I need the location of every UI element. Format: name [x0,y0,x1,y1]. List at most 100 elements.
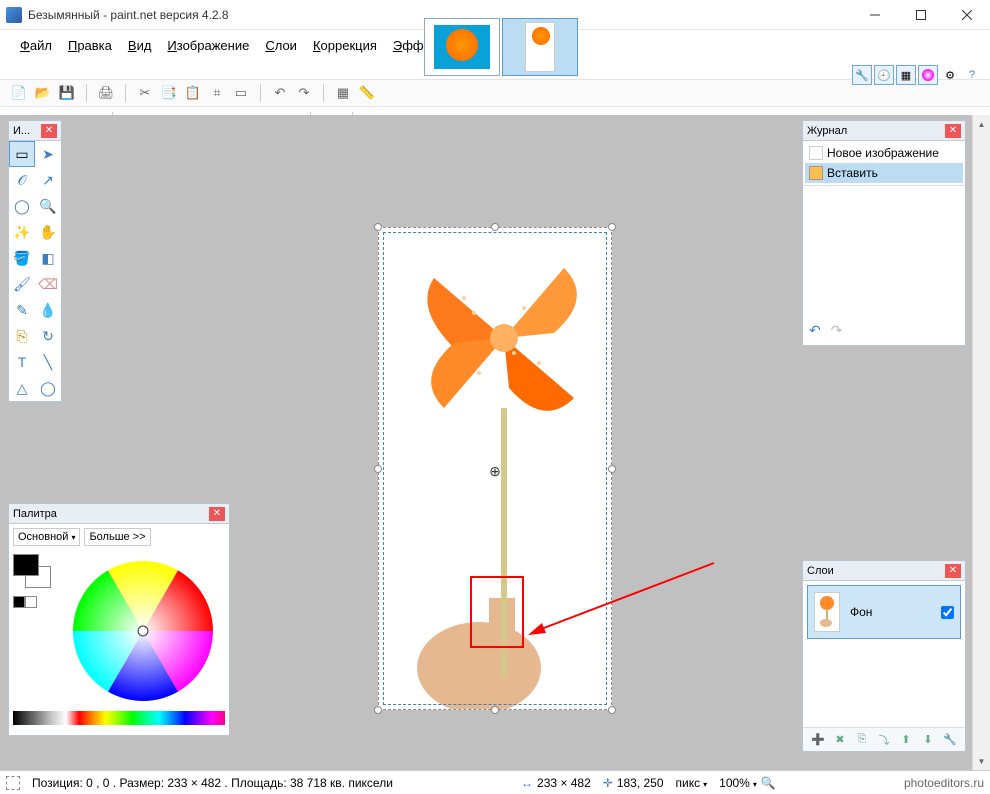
palette-close[interactable]: ✕ [209,507,225,521]
app-icon [6,7,22,23]
doc-thumb-2[interactable] [502,18,578,76]
lasso-tool[interactable]: 𝒪 [9,167,35,193]
tools-panel-toggle[interactable]: 🔧 [852,65,872,85]
scroll-down-icon[interactable]: ▼ [973,752,990,770]
menu-view[interactable]: Вид [120,34,160,57]
duplicate-layer-icon[interactable]: ⎘ [853,731,871,749]
status-bar: Позиция: 0 , 0 . Размер: 233 × 482 . Пло… [0,770,990,794]
palette-strip[interactable] [13,711,225,725]
status-cursor: 183, 250 [617,776,664,790]
menu-image[interactable]: Изображение [159,34,257,57]
eyedropper-tool[interactable]: 💧 [35,297,61,323]
fill-tool[interactable]: 🪣 [9,245,35,271]
paste-icon[interactable]: 📋 [184,84,202,102]
vertical-scrollbar[interactable]: ▲ ▼ [972,115,990,770]
move-selection-tool[interactable]: ↗ [35,167,61,193]
layer-row[interactable]: Фон [807,585,961,639]
recolor-tool[interactable]: ↻ [35,323,61,349]
layer-thumb [814,592,840,632]
pencil-tool[interactable]: ✎ [9,297,35,323]
resize-handle[interactable] [608,706,616,714]
print-icon[interactable]: 🖨 [97,84,115,102]
history-undo-icon[interactable]: ↶ [809,322,821,339]
layer-visibility-checkbox[interactable] [941,606,954,619]
palette-more-button[interactable]: Больше >> [84,528,150,546]
history-title: Журнал [807,125,847,137]
undo-icon[interactable]: ↶ [271,84,289,102]
scroll-up-icon[interactable]: ▲ [973,115,990,133]
help-icon[interactable]: ? [962,65,982,85]
move-down-icon[interactable]: ⬇ [919,731,937,749]
canvas-size-icon: ↔ [521,776,533,790]
move-up-icon[interactable]: ⬆ [897,731,915,749]
menu-layers[interactable]: Слои [257,34,305,57]
merge-down-icon[interactable]: ⤵ [875,731,893,749]
move-center-icon[interactable]: ⊕ [489,463,501,475]
history-panel-toggle[interactable]: 🕘 [874,65,894,85]
pan-tool[interactable]: ✋ [35,219,61,245]
units-select[interactable]: пикс▾ [676,776,708,790]
menu-edit[interactable]: Правка [60,34,120,57]
eraser-tool[interactable]: ⌫ [35,271,61,297]
history-redo-icon[interactable]: ↷ [831,322,843,339]
tools-panel-close[interactable]: ✕ [41,124,57,138]
layer-properties-icon[interactable]: 🔧 [941,731,959,749]
brush-tool[interactable]: 🖌 [9,271,35,297]
menu-file[interactable]: Файл [12,34,60,57]
deselect-icon[interactable]: ▭ [232,84,250,102]
zoom-value[interactable]: 100%▾ [719,776,757,790]
annotation-arrow [524,553,724,643]
open-icon[interactable]: 📂 [34,84,52,102]
layers-panel-toggle[interactable]: ▦ [896,65,916,85]
menu-adjustments[interactable]: Коррекция [305,34,385,57]
history-item[interactable]: Вставить [805,163,963,183]
save-icon[interactable]: 💾 [58,84,76,102]
swap-bw-swatches[interactable] [13,596,37,608]
color-wheel[interactable] [71,559,215,703]
new-icon[interactable]: 📄 [10,84,28,102]
primary-color-swatch[interactable] [13,554,39,576]
grid-icon[interactable]: ▦ [334,84,352,102]
minimize-button[interactable] [852,0,898,30]
paste-icon [809,166,823,180]
resize-handle[interactable] [374,465,382,473]
color-mode-select[interactable]: Основной▾ [13,528,80,546]
delete-layer-icon[interactable]: ✖ [831,731,849,749]
clone-tool[interactable]: ⎘ [9,323,35,349]
annotation-box [470,576,524,648]
add-layer-icon[interactable]: ➕ [809,731,827,749]
resize-handle[interactable] [491,223,499,231]
status-canvas-size: 233 × 482 [537,776,591,790]
colors-panel-toggle[interactable] [918,65,938,85]
crop-icon[interactable]: ⌗ [208,84,226,102]
shape-tool[interactable]: △ [9,375,35,401]
resize-handle[interactable] [374,706,382,714]
resize-handle[interactable] [491,706,499,714]
maximize-button[interactable] [898,0,944,30]
resize-handle[interactable] [608,223,616,231]
resize-handle[interactable] [608,465,616,473]
rect-select-tool[interactable]: ▭ [9,141,35,167]
history-item[interactable]: Новое изображение [805,143,963,163]
line-tool[interactable]: ╲ [35,349,61,375]
ruler-icon[interactable]: 📏 [358,84,376,102]
settings-icon[interactable]: ⚙ [940,65,960,85]
magic-wand-tool[interactable]: ✨ [9,219,35,245]
copy-icon[interactable]: 📑 [160,84,178,102]
layers-close[interactable]: ✕ [945,564,961,578]
redo-icon[interactable]: ↷ [295,84,313,102]
doc-thumb-1[interactable] [424,18,500,76]
close-button[interactable] [944,0,990,30]
ellipse-select-tool[interactable]: ◯ [9,193,35,219]
move-tool[interactable]: ➤ [35,141,61,167]
history-close[interactable]: ✕ [945,124,961,138]
window-title: Безымянный - paint.net версия 4.2.8 [28,8,229,22]
resize-handle[interactable] [374,223,382,231]
shapes-tool[interactable]: ◯ [35,375,61,401]
zoom-tool[interactable]: 🔍 [35,193,61,219]
cut-icon[interactable]: ✂ [136,84,154,102]
zoom-tool-icon[interactable]: 🔍 [761,776,776,790]
gradient-tool[interactable]: ◧ [35,245,61,271]
text-tool[interactable]: T [9,349,35,375]
main-toolbar: 📄 📂 💾 🖨 ✂ 📑 📋 ⌗ ▭ ↶ ↷ ▦ 📏 [0,79,990,107]
